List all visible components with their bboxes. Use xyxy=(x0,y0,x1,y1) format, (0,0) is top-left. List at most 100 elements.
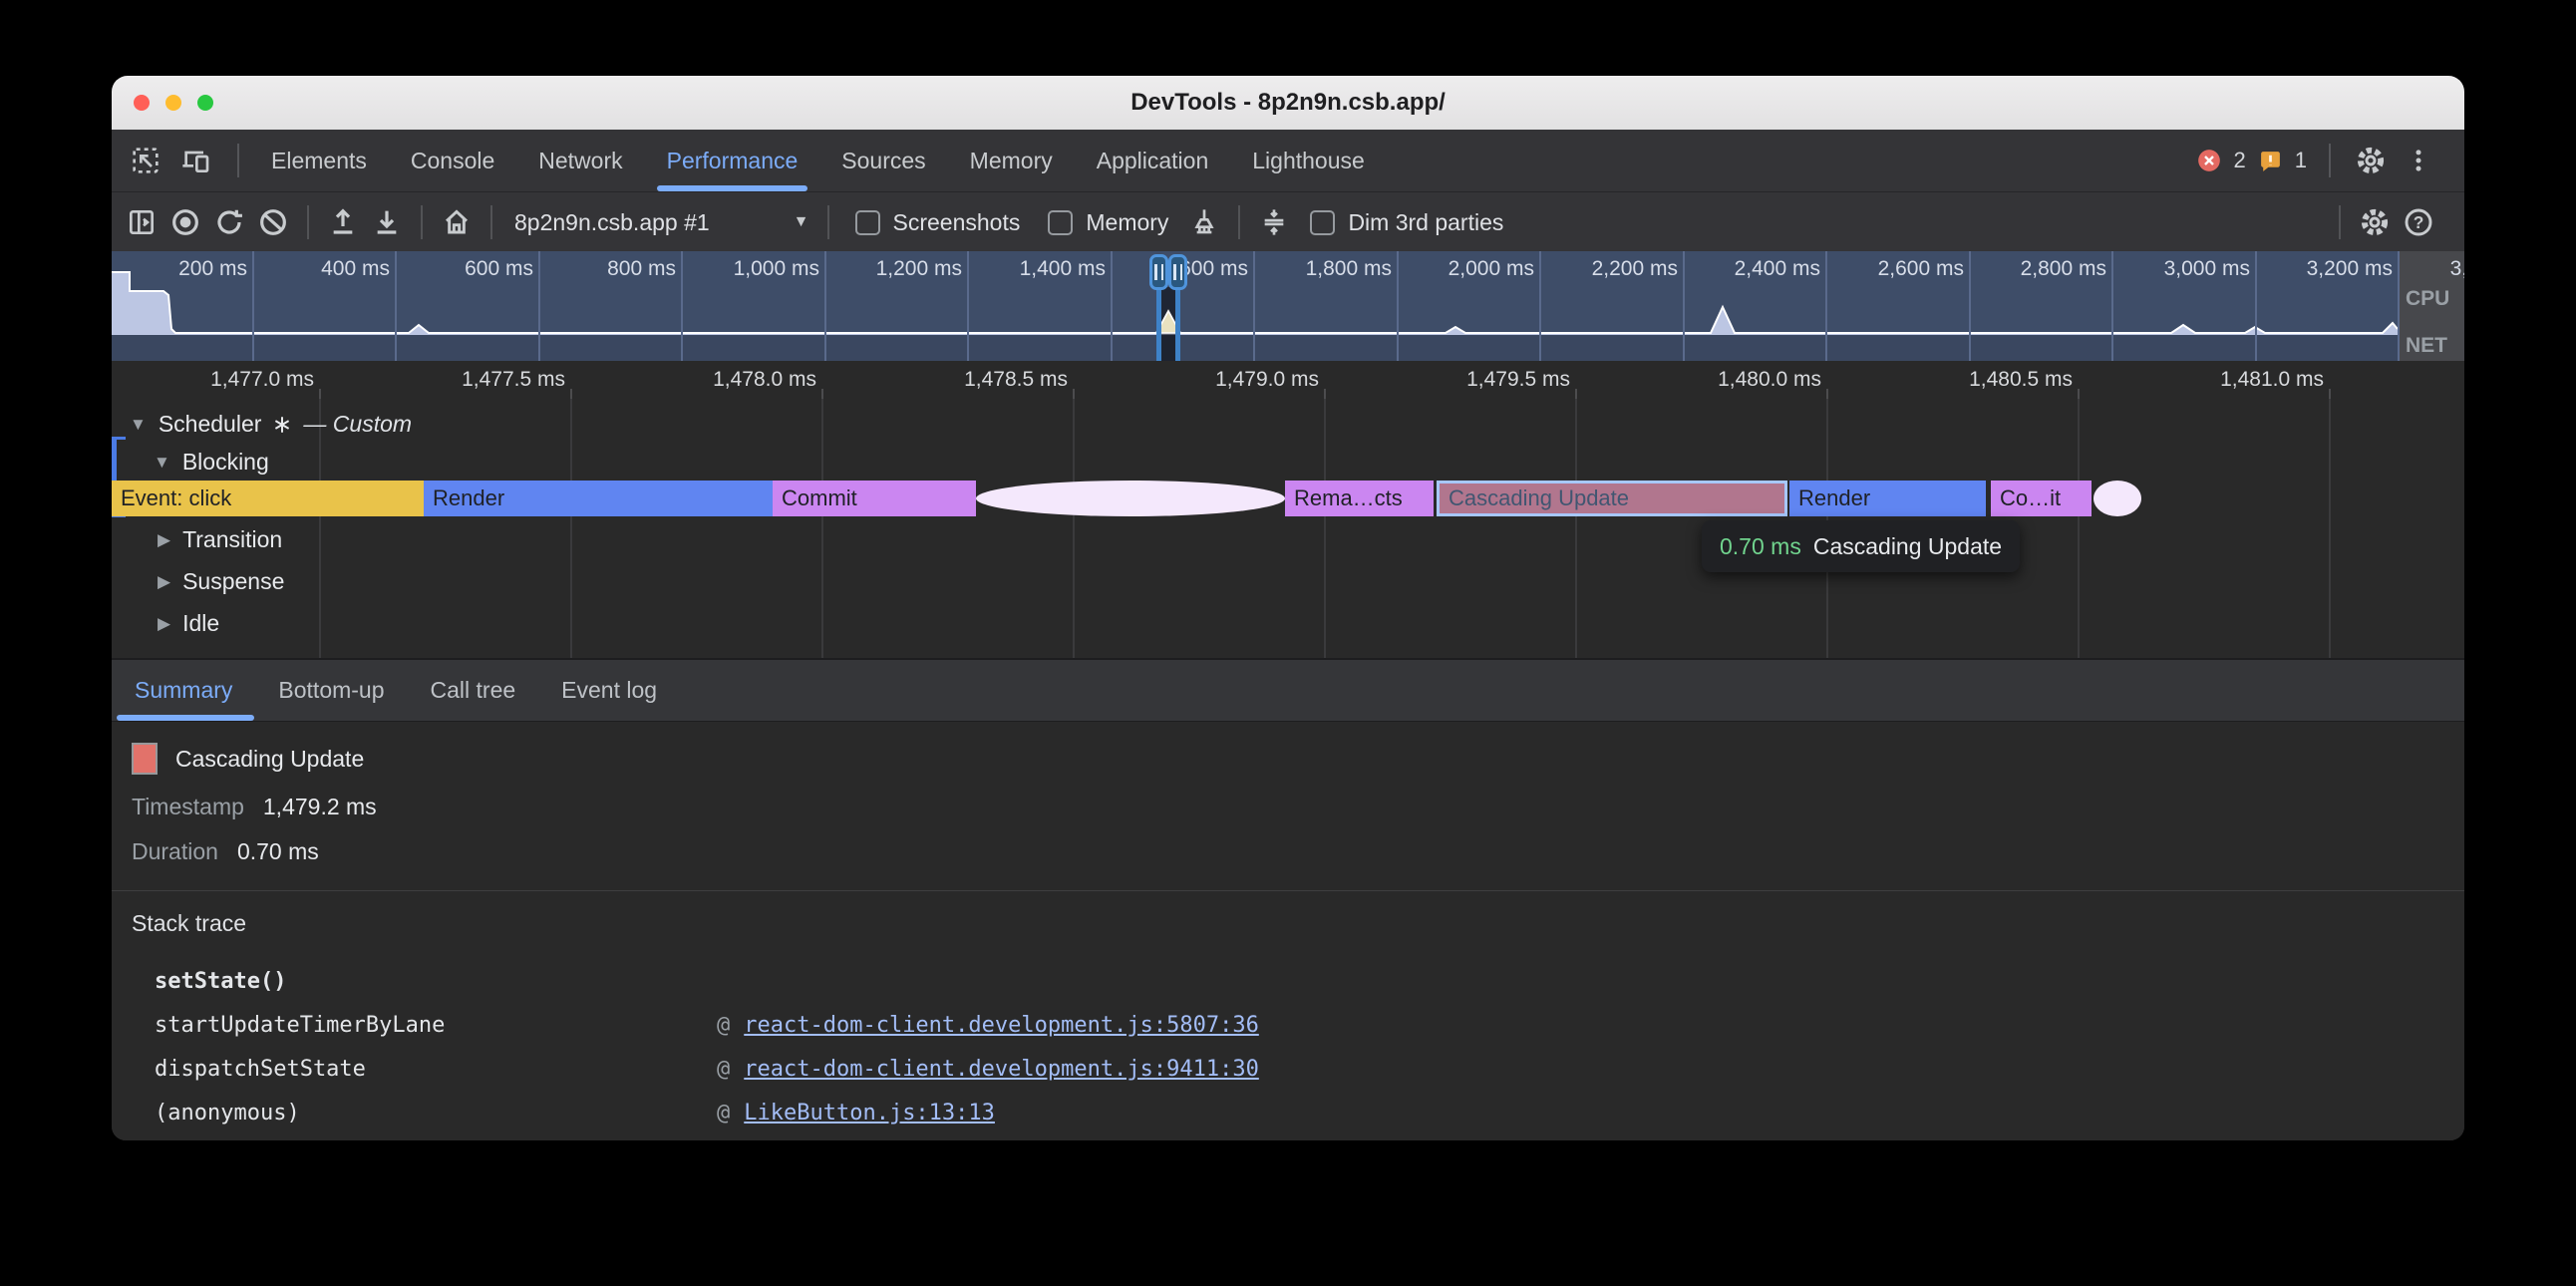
ruler-tick-label: 1,480.5 ms xyxy=(1919,368,2073,392)
settings-gear-icon[interactable] xyxy=(2353,143,2389,178)
flame-event[interactable]: Commit xyxy=(773,481,976,516)
summary-timestamp-row: Timestamp 1,479.2 ms xyxy=(132,794,377,820)
track-group-suspense[interactable]: ▶ Suspense xyxy=(158,568,284,595)
track-gridline xyxy=(1073,399,1075,658)
ruler-tick-label: 1,479.5 ms xyxy=(1417,368,1570,392)
ruler-tick-label: 1,481.0 ms xyxy=(2170,368,2324,392)
tab-memory[interactable]: Memory xyxy=(970,130,1053,191)
stack-frame-row: startUpdateTimerByLane@react-dom-client.… xyxy=(155,1003,1259,1047)
memory-checkbox[interactable]: Memory xyxy=(1048,209,1168,236)
save-profile-icon[interactable] xyxy=(369,204,405,240)
event-tooltip: 0.70 ms Cascading Update xyxy=(1702,520,2020,572)
chevron-down-icon: ▼ xyxy=(794,213,809,231)
tab-performance[interactable]: Performance xyxy=(667,130,799,191)
checkbox-box xyxy=(855,210,880,235)
inspect-element-button[interactable] xyxy=(128,143,163,178)
overview-tick-label: 800 ms xyxy=(532,257,676,281)
at-symbol: @ xyxy=(717,1057,730,1082)
screenshots-checkbox[interactable]: Screenshots xyxy=(855,209,1021,236)
ruler-tick-label: 1,478.0 ms xyxy=(663,368,816,392)
stack-frame-function: setState() xyxy=(155,969,717,994)
summary-duration-row: Duration 0.70 ms xyxy=(132,838,319,865)
tab-lighthouse[interactable]: Lighthouse xyxy=(1252,130,1365,191)
cpu-strip-label: CPU xyxy=(2406,287,2449,311)
tab-application[interactable]: Application xyxy=(1097,130,1209,191)
window-title: DevTools - 8p2n9n.csb.app/ xyxy=(112,89,2464,117)
more-options-menu-icon[interactable] xyxy=(2401,143,2436,178)
overview-tick-label: 3,000 ms xyxy=(2106,257,2250,281)
timestamp-label: Timestamp xyxy=(132,794,244,820)
error-count: 2 xyxy=(2234,148,2246,173)
tab-summary[interactable]: Summary xyxy=(135,660,232,721)
source-location-link[interactable]: react-dom-client.development.js:5807:36 xyxy=(744,1013,1259,1038)
tab-network[interactable]: Network xyxy=(538,130,622,191)
source-location-link[interactable]: LikeButton.js:13:13 xyxy=(744,1101,995,1125)
record-and-reload-button[interactable] xyxy=(211,204,247,240)
chevron-collapsed-icon: ▶ xyxy=(158,530,170,550)
timeline-overview[interactable]: 200 ms400 ms600 ms800 ms1,000 ms1,200 ms… xyxy=(112,251,2464,361)
separator xyxy=(490,205,492,239)
flame-event[interactable]: Event: click xyxy=(112,481,424,516)
live-metrics-home-icon[interactable] xyxy=(439,204,475,240)
summary-event-row: Cascading Update xyxy=(132,743,364,775)
track-group-blocking[interactable]: ▼ Blocking xyxy=(154,449,269,476)
tab-bottom-up[interactable]: Bottom-up xyxy=(278,660,384,721)
ruler-tick-mark xyxy=(1575,389,1577,399)
tab-sources[interactable]: Sources xyxy=(841,130,925,191)
clear-recording-button[interactable] xyxy=(255,204,291,240)
help-icon[interactable]: ? xyxy=(2401,204,2436,240)
load-profile-icon[interactable] xyxy=(325,204,361,240)
dim-3rd-parties-checkbox[interactable]: Dim 3rd parties xyxy=(1310,209,1503,236)
screenshots-label: Screenshots xyxy=(893,209,1021,236)
track-group-transition[interactable]: ▶ Transition xyxy=(158,526,282,553)
panel-tabs: Elements Console Network Performance Sou… xyxy=(271,130,1365,191)
checkbox-box xyxy=(1048,210,1073,235)
tab-console[interactable]: Console xyxy=(411,130,494,191)
toggle-sidebar-icon[interactable] xyxy=(124,204,160,240)
stack-frame-function: (anonymous) xyxy=(155,1101,717,1125)
error-icon[interactable] xyxy=(2196,148,2222,173)
separator xyxy=(2329,144,2331,177)
track-gridline xyxy=(2329,399,2331,658)
warning-icon[interactable] xyxy=(2258,149,2283,173)
tab-event-log[interactable]: Event log xyxy=(561,660,657,721)
overview-tick-label: 1,200 ms xyxy=(818,257,962,281)
flame-event[interactable]: Co…it xyxy=(1991,481,2092,516)
overview-tick-label: 1,000 ms xyxy=(676,257,819,281)
ruler-tick-label: 1,477.5 ms xyxy=(412,368,565,392)
ruler-tick-mark xyxy=(1324,389,1326,399)
selection-right-line[interactable] xyxy=(1175,287,1180,361)
tab-performance-label: Performance xyxy=(667,148,799,174)
flamechart-track-area[interactable]: ▼ Scheduler — Custom ▼ Blocking Event: c… xyxy=(112,399,2464,658)
track-scheduler-header[interactable]: ▼ Scheduler — Custom xyxy=(130,411,412,438)
selection-right-handle[interactable] xyxy=(1168,254,1187,290)
page-selector-dropdown[interactable]: 8p2n9n.csb.app #1 ▼ xyxy=(514,209,809,236)
selection-left-handle[interactable] xyxy=(1149,254,1168,290)
collect-garbage-broom-icon[interactable] xyxy=(1186,204,1222,240)
track-group-idle[interactable]: ▶ Idle xyxy=(158,610,219,637)
summary-panel: Cascading Update Timestamp 1,479.2 ms Du… xyxy=(112,722,2464,1140)
separator xyxy=(421,205,423,239)
ruler-tick-label: 1,479.0 ms xyxy=(1165,368,1319,392)
track-gridline xyxy=(570,399,572,658)
flame-event[interactable]: Render xyxy=(424,481,773,516)
capture-settings-gear-icon[interactable] xyxy=(2357,204,2393,240)
tab-elements[interactable]: Elements xyxy=(271,130,367,191)
record-button[interactable] xyxy=(167,204,203,240)
duration-label: Duration xyxy=(132,838,218,865)
ruler-tick-mark xyxy=(570,389,572,399)
device-toolbar-button[interactable] xyxy=(177,143,213,178)
tab-call-tree[interactable]: Call tree xyxy=(431,660,516,721)
stack-frame-function: startUpdateTimerByLane xyxy=(155,1013,717,1038)
selection-left-line[interactable] xyxy=(1156,287,1161,361)
stack-frame-row: dispatchSetState@react-dom-client.develo… xyxy=(155,1047,1259,1091)
flame-event[interactable]: Rema…cts xyxy=(1285,481,1434,516)
flame-event[interactable]: Render xyxy=(1789,481,1986,516)
flame-event[interactable] xyxy=(976,481,1285,516)
scheduler-track-label: Scheduler xyxy=(159,411,262,438)
source-location-link[interactable]: react-dom-client.development.js:9411:30 xyxy=(744,1057,1259,1082)
flame-event[interactable] xyxy=(2093,481,2141,516)
flame-event[interactable]: Cascading Update xyxy=(1437,481,1787,516)
idle-group-label: Idle xyxy=(182,610,219,637)
collapse-recording-icon[interactable] xyxy=(1256,204,1292,240)
